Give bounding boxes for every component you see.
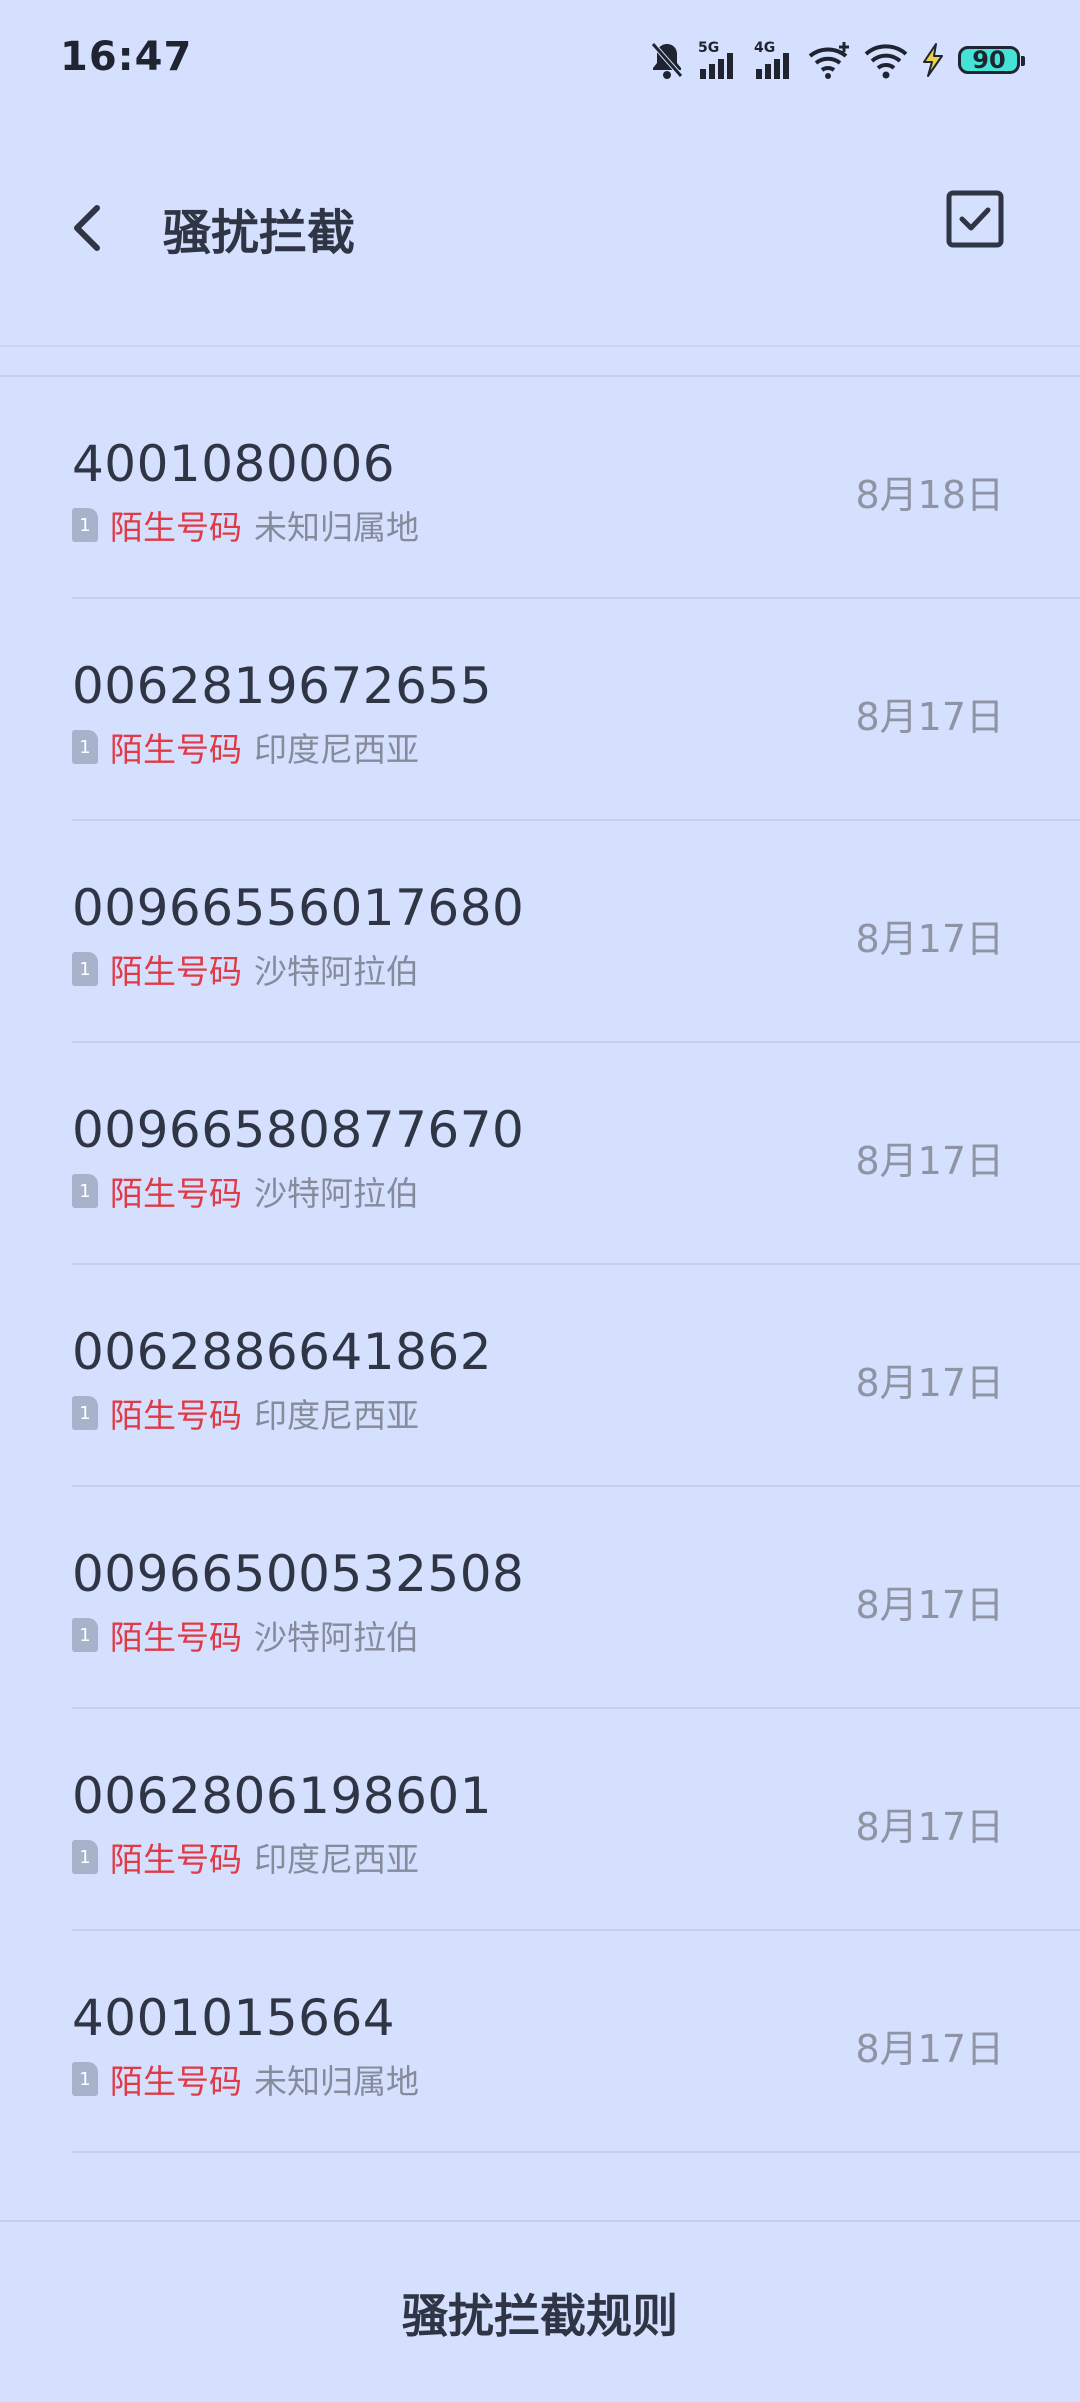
sim-card-icon: 1 [72, 730, 98, 764]
battery-icon: 90 [958, 46, 1025, 74]
call-number: 0062806198601 [72, 1767, 493, 1825]
call-date: 8月17日 [855, 2027, 1004, 2071]
call-location: 未知归属地 [254, 2062, 419, 2101]
call-row[interactable]: 00966556017680 1 陌生号码 沙特阿拉伯 8月17日 [72, 821, 1080, 1043]
call-meta: 1 陌生号码 未知归属地 [72, 2057, 419, 2101]
charging-icon [920, 42, 946, 78]
call-row[interactable]: 0062819672655 1 陌生号码 印度尼西亚 8月17日 [72, 599, 1080, 821]
call-date: 8月17日 [855, 1805, 1004, 1849]
call-number: 0062819672655 [72, 657, 493, 715]
chevron-left-icon [74, 205, 100, 251]
call-location: 沙特阿拉伯 [254, 1618, 419, 1657]
select-button[interactable] [946, 190, 1004, 248]
status-bar: 16:47 5G 4G 90 [0, 0, 1080, 120]
call-number: 0062886641862 [72, 1323, 493, 1381]
call-location: 印度尼西亚 [254, 1840, 419, 1879]
call-number: 4001080006 [72, 435, 396, 493]
stranger-tag: 陌生号码 [110, 1618, 242, 1657]
call-row[interactable]: 00966580877670 1 陌生号码 沙特阿拉伯 8月17日 [72, 1043, 1080, 1265]
call-date: 8月17日 [855, 917, 1004, 961]
status-icons: 5G 4G 90 [650, 36, 1025, 84]
stranger-tag: 陌生号码 [110, 1840, 242, 1879]
call-date: 8月18日 [855, 473, 1004, 517]
signal-5g-icon: 5G [696, 39, 740, 81]
call-location: 印度尼西亚 [254, 1396, 419, 1435]
sim-card-icon: 1 [72, 952, 98, 986]
stranger-tag: 陌生号码 [110, 508, 242, 547]
wifi-icon [864, 40, 908, 80]
call-number: 4001015664 [72, 1989, 396, 2047]
call-meta: 1 陌生号码 未知归属地 [72, 503, 419, 547]
call-location: 沙特阿拉伯 [254, 952, 419, 991]
call-meta: 1 陌生号码 印度尼西亚 [72, 725, 419, 769]
call-meta: 1 陌生号码 沙特阿拉伯 [72, 1169, 419, 1213]
status-time: 16:47 [60, 34, 193, 80]
page-title: 骚扰拦截 [163, 205, 356, 261]
blocked-call-list: 4001080006 1 陌生号码 未知归属地 8月18日 0062819672… [0, 375, 1080, 2153]
call-date: 8月17日 [855, 1583, 1004, 1627]
call-location: 沙特阿拉伯 [254, 1174, 419, 1213]
sim-card-icon: 1 [72, 508, 98, 542]
stranger-tag: 陌生号码 [110, 730, 242, 769]
signal-4g-icon: 4G [752, 39, 796, 81]
call-number: 00966556017680 [72, 879, 525, 937]
call-meta: 1 陌生号码 沙特阿拉伯 [72, 947, 419, 991]
call-number: 00966580877670 [72, 1101, 525, 1159]
call-date: 8月17日 [855, 1361, 1004, 1405]
mute-bell-icon [650, 40, 684, 80]
call-location: 印度尼西亚 [254, 730, 419, 769]
call-date: 8月17日 [855, 1139, 1004, 1183]
checkbox-icon [946, 190, 1004, 248]
call-row[interactable]: 00966500532508 1 陌生号码 沙特阿拉伯 8月17日 [72, 1487, 1080, 1709]
wifi-calling-icon [808, 40, 852, 80]
back-button[interactable] [60, 190, 114, 266]
interception-rules-button[interactable]: 骚扰拦截规则 [0, 2280, 1080, 2346]
app-header: 骚扰拦截 [0, 120, 1080, 347]
sim-card-icon: 1 [72, 1840, 98, 1874]
network-label-1: 5G [698, 40, 719, 56]
call-row[interactable]: 0062886641862 1 陌生号码 印度尼西亚 8月17日 [72, 1265, 1080, 1487]
call-location: 未知归属地 [254, 508, 419, 547]
call-meta: 1 陌生号码 印度尼西亚 [72, 1835, 419, 1879]
battery-level: 90 [972, 46, 1006, 74]
network-label-2: 4G [754, 40, 775, 56]
call-date: 8月17日 [855, 695, 1004, 739]
call-row[interactable]: 4001080006 1 陌生号码 未知归属地 8月18日 [72, 377, 1080, 599]
stranger-tag: 陌生号码 [110, 1174, 242, 1213]
stranger-tag: 陌生号码 [110, 952, 242, 991]
sim-card-icon: 1 [72, 1174, 98, 1208]
call-row[interactable]: 4001015664 1 陌生号码 未知归属地 8月17日 [72, 1931, 1080, 2153]
stranger-tag: 陌生号码 [110, 1396, 242, 1435]
sim-card-icon: 1 [72, 1396, 98, 1430]
call-meta: 1 陌生号码 印度尼西亚 [72, 1391, 419, 1435]
call-number: 00966500532508 [72, 1545, 525, 1603]
call-meta: 1 陌生号码 沙特阿拉伯 [72, 1613, 419, 1657]
sim-card-icon: 1 [72, 2062, 98, 2096]
footer-bar: 骚扰拦截规则 [0, 2220, 1080, 2402]
sim-card-icon: 1 [72, 1618, 98, 1652]
stranger-tag: 陌生号码 [110, 2062, 242, 2101]
call-row[interactable]: 0062806198601 1 陌生号码 印度尼西亚 8月17日 [72, 1709, 1080, 1931]
